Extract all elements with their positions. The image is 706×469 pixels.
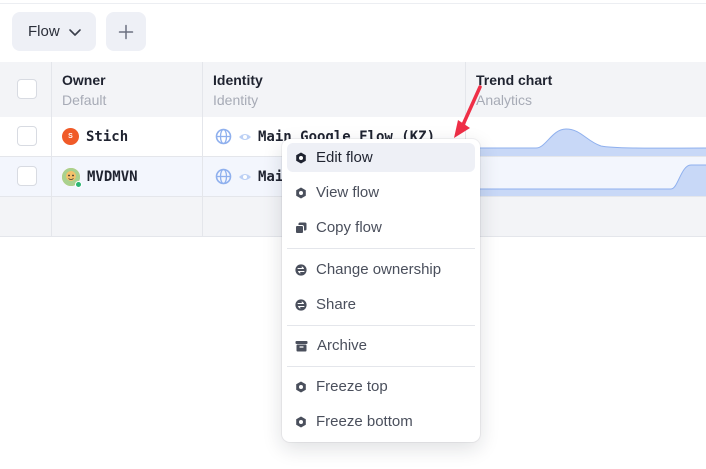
menu-item-archive[interactable]: Archive bbox=[287, 331, 475, 360]
swap-icon bbox=[295, 263, 307, 276]
top-divider bbox=[0, 0, 706, 4]
row-select-cell bbox=[0, 157, 52, 196]
swap-icon bbox=[295, 298, 307, 311]
menu-item-label: Freeze bottom bbox=[316, 413, 413, 430]
gear-icon bbox=[296, 381, 306, 392]
menu-item-view-flow[interactable]: View flow bbox=[287, 178, 475, 207]
footer-cell bbox=[466, 197, 706, 236]
menu-item-change-ownership[interactable]: Change ownership bbox=[287, 255, 475, 284]
copy-icon bbox=[295, 222, 307, 234]
menu-item-label: Edit flow bbox=[316, 149, 373, 166]
column-title: Identity bbox=[213, 72, 263, 88]
column-subtitle: Identity bbox=[213, 92, 259, 108]
avatar: S bbox=[62, 128, 79, 145]
archive-icon bbox=[295, 340, 308, 351]
menu-item-share[interactable]: Share bbox=[287, 290, 475, 319]
sparkline bbox=[466, 164, 706, 196]
menu-item-label: Copy flow bbox=[316, 219, 382, 236]
column-subtitle: Default bbox=[62, 92, 107, 108]
owner-cell: MVDMVN bbox=[52, 157, 203, 196]
footer-cell bbox=[0, 197, 52, 236]
annotation-arrow bbox=[454, 85, 482, 138]
gear-icon bbox=[296, 187, 306, 198]
menu-divider bbox=[287, 248, 475, 249]
gear-icon bbox=[296, 152, 306, 163]
globe-icon bbox=[215, 168, 232, 185]
row-checkbox[interactable] bbox=[17, 166, 37, 186]
gear-icon bbox=[296, 416, 306, 427]
menu-divider bbox=[287, 325, 475, 326]
menu-item-label: Freeze top bbox=[316, 378, 388, 395]
avatar bbox=[62, 167, 82, 188]
select-all-checkbox[interactable] bbox=[17, 79, 37, 99]
header-select-cell bbox=[0, 62, 52, 117]
online-status-dot bbox=[75, 180, 82, 188]
add-button[interactable] bbox=[105, 12, 146, 51]
menu-item-freeze-bottom[interactable]: Freeze bottom bbox=[287, 407, 475, 436]
plus-icon bbox=[118, 24, 133, 39]
trend-cell bbox=[466, 117, 706, 156]
footer-cell bbox=[52, 197, 203, 236]
menu-item-edit-flow[interactable]: Edit flow bbox=[287, 143, 475, 172]
owner-cell: S Stich bbox=[52, 117, 203, 156]
trend-cell bbox=[466, 157, 706, 196]
menu-item-copy-flow[interactable]: Copy flow bbox=[287, 213, 475, 242]
toolbar: Flow bbox=[12, 12, 146, 51]
menu-item-label: Share bbox=[316, 296, 357, 313]
column-header-owner[interactable]: Owner Default bbox=[52, 62, 203, 117]
globe-icon bbox=[215, 128, 232, 145]
menu-divider bbox=[287, 366, 475, 367]
column-header-trend[interactable]: Trend chart Analytics bbox=[466, 62, 706, 117]
menu-item-label: Change ownership bbox=[316, 261, 442, 278]
owner-name: MVDMVN bbox=[87, 168, 138, 185]
chevron-down-icon bbox=[68, 28, 81, 36]
row-select-cell bbox=[0, 117, 52, 156]
identity-name: Mai bbox=[258, 168, 284, 185]
flow-dropdown-label: Flow bbox=[28, 23, 60, 40]
context-menu: Edit flow View flow Copy flow Change own… bbox=[282, 139, 480, 442]
eye-icon bbox=[239, 133, 251, 140]
row-checkbox[interactable] bbox=[17, 126, 37, 146]
eye-icon bbox=[239, 173, 251, 180]
sparkline bbox=[466, 128, 706, 156]
menu-item-label: View flow bbox=[316, 184, 380, 201]
owner-name: Stich bbox=[86, 128, 129, 145]
column-header-identity[interactable]: Identity Identity bbox=[203, 62, 466, 117]
flow-dropdown-button[interactable]: Flow bbox=[12, 12, 96, 51]
column-title: Owner bbox=[62, 72, 106, 88]
menu-item-freeze-top[interactable]: Freeze top bbox=[287, 372, 475, 401]
menu-item-label: Archive bbox=[317, 337, 368, 354]
